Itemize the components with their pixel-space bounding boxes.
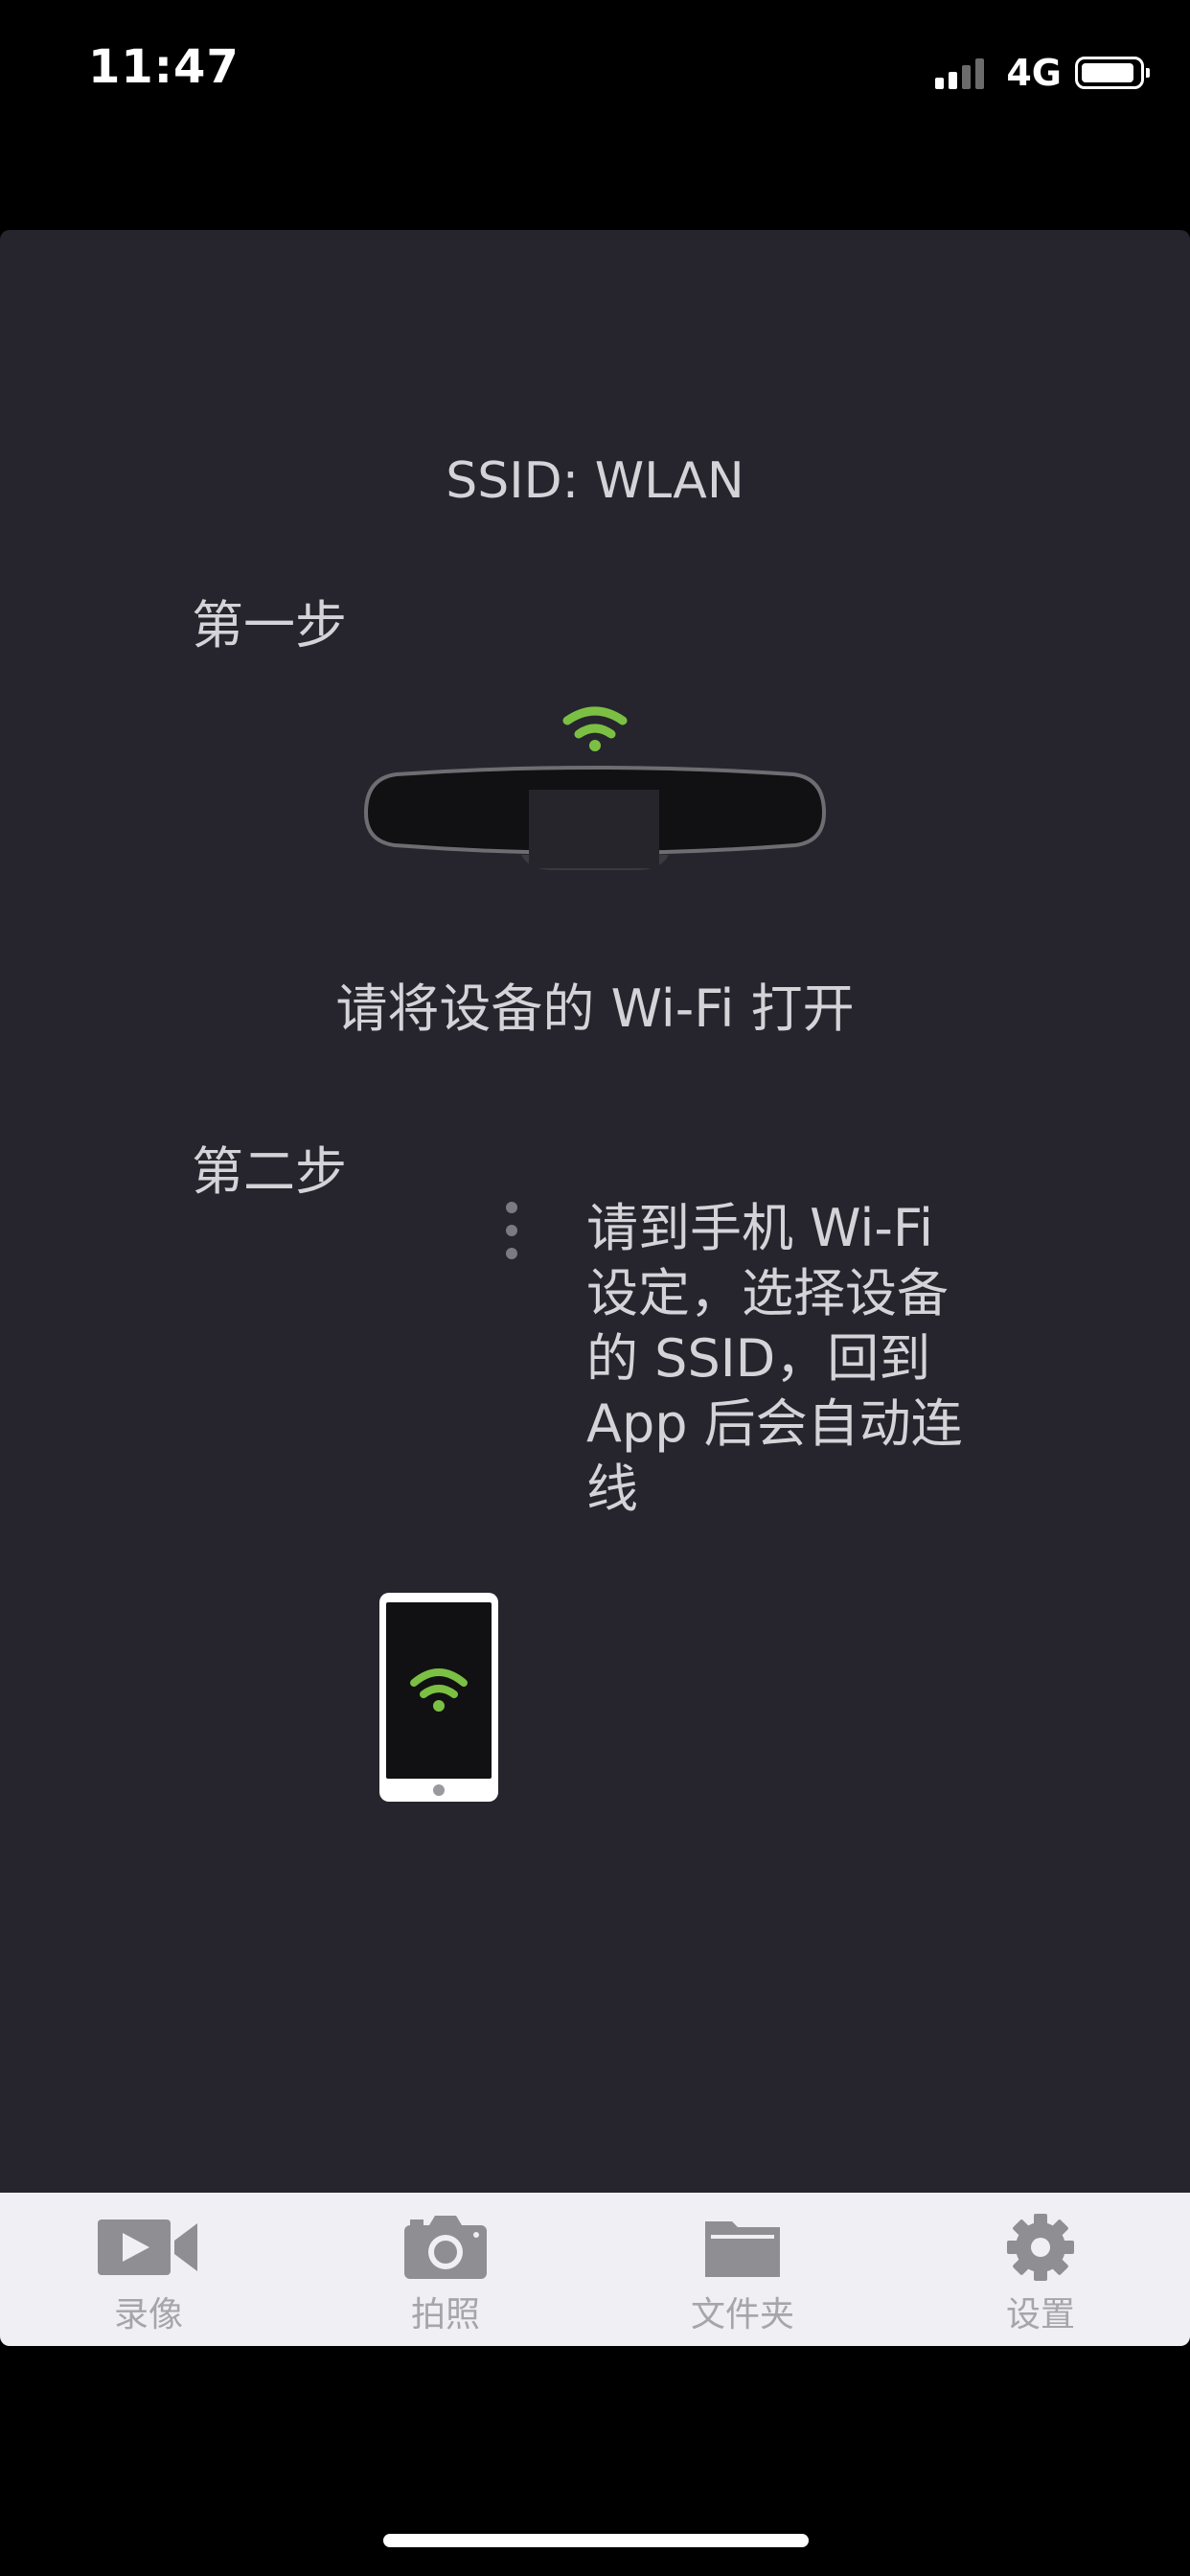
step2-instruction: 请到手机 Wi-Fi 设定，选择设备 的 SSID，回到 App 后会自动连 线 [586,1198,963,1519]
step1-instruction: 请将设备的 Wi-Fi 打开 [335,978,855,1039]
video-camera-icon [98,2220,197,2275]
tab-settings[interactable]: 设置 [891,2193,1190,2346]
status-bar: 11:47 4G [0,0,1190,144]
rearview-mirror-dashcam-icon [363,706,827,870]
folder-icon [705,2221,780,2277]
tab-record[interactable]: 录像 [0,2193,297,2346]
status-indicators: 4G [935,50,1150,96]
tab-photo[interactable]: 拍照 [297,2193,594,2346]
tab-bar: 录像 拍照 文件夹 设置 [0,2193,1190,2346]
tab-photo-label: 拍照 [410,2295,480,2334]
status-time: 11:47 [88,40,240,94]
tab-settings-label: 设置 [1005,2295,1075,2334]
ssid-label: SSID: WLAN [446,452,744,510]
network-type: 4G [1006,52,1062,94]
phone-icon [379,1593,498,1802]
tab-folder[interactable]: 文件夹 [594,2193,891,2346]
gear-icon [1007,2214,1074,2281]
tab-record-label: 录像 [113,2295,183,2334]
battery-icon [1075,57,1150,89]
home-indicator[interactable] [383,2534,809,2547]
step2-heading: 第二步 [192,1141,347,1202]
vertical-dots-icon [506,1202,517,1259]
signal-bars-icon [935,57,989,89]
wifi-icon [562,706,628,751]
camera-icon [404,2216,487,2279]
step1-heading: 第一步 [192,595,347,656]
connect-guide-panel: SSID: WLAN 第一步 请将设备的 Wi-Fi 打开 第二步 请到手机 W [0,230,1190,2193]
tab-folder-label: 文件夹 [690,2295,794,2334]
